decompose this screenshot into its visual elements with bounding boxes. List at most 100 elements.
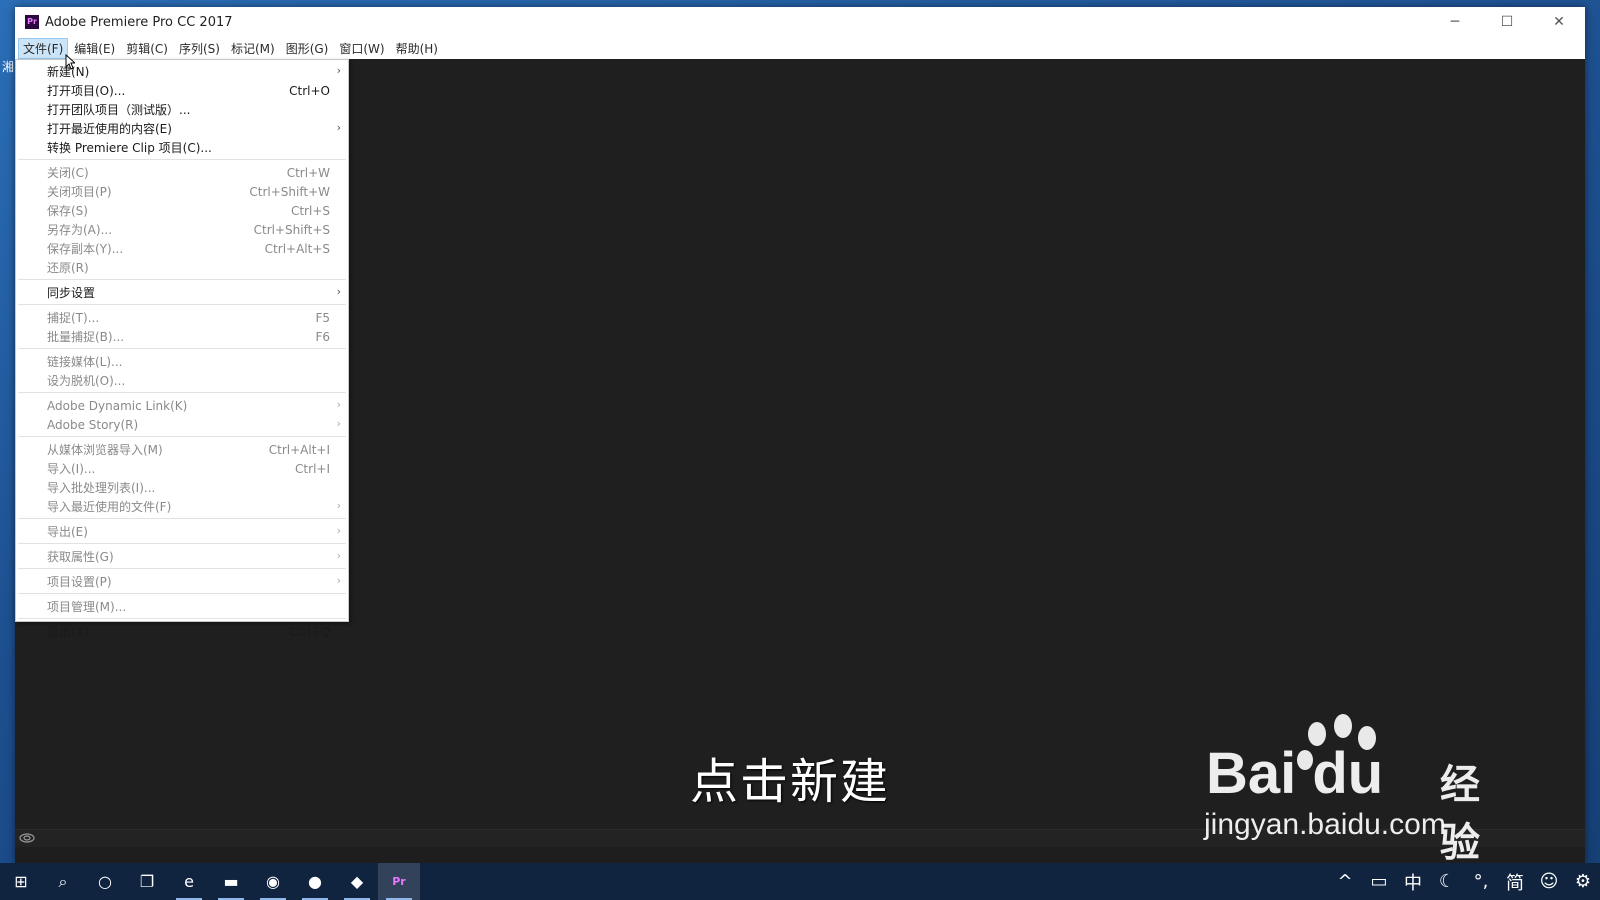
file-menu-item[interactable]: 项目管理(M)... [16,597,348,616]
file-menu-item[interactable]: 退出(X) Ctrl+Q [16,622,348,641]
window-controls: ─ ☐ ✕ [1429,7,1585,37]
file-menu-item[interactable]: 打开项目(O)... Ctrl+O [16,81,348,100]
file-menu-item[interactable]: 保存副本(Y)... Ctrl+Alt+S [16,239,348,258]
menu-item-shortcut: F6 [315,329,330,344]
menu-item-shortcut: Ctrl+I [295,461,330,476]
title-bar[interactable]: Pr Adobe Premiere Pro CC 2017 ─ ☐ ✕ [15,7,1585,37]
emoji-icon[interactable]: ☺ [1532,863,1566,900]
ime-chinese-label[interactable]: 中 [1396,863,1430,900]
file-menu-item[interactable]: 打开团队项目（测试版）... [16,100,348,119]
menu-item-label: 新建(N) [47,65,90,79]
file-menu-item[interactable]: 导入(I)... Ctrl+I [16,459,348,478]
menu-help[interactable]: 帮助(H) [391,38,443,59]
baidu-logo-text: Bai du [1206,741,1384,806]
app-icon[interactable]: ◆ [336,863,378,900]
menu-item-shortcut: Ctrl+S [290,203,330,218]
submenu-arrow-icon: › [336,64,341,77]
windows-taskbar: ⊞ ⌕ ○ ❐ e ▬ ◉ ● ◆ Pr ^ ▭ 中 ☾ °, 简 ☺ ⚙ [0,863,1600,900]
menu-item-label: 导入最近使用的文件(F) [47,500,172,514]
menu-item-shortcut: Ctrl+O [289,83,330,98]
baidu-jingyan-watermark: Bai du 经验 jingyan.baidu.com [1200,712,1500,866]
file-menu-dropdown: 新建(N) › 打开项目(O)... Ctrl+O 打开团队项目（测试版）... 打开最近… [15,59,349,639]
file-menu-item[interactable]: Adobe Dynamic Link(K) › [16,396,348,415]
show-hidden-icons-icon[interactable]: ^ [1328,863,1362,900]
system-tray: ^ ▭ 中 ☾ °, 简 ☺ ⚙ [1328,863,1600,900]
menu-window[interactable]: 窗口(W) [334,38,389,59]
file-menu-item[interactable]: 捕捉(T)... F5 [16,308,348,327]
file-menu-item[interactable]: 转换 Premiere Clip 项目(C)... [16,138,348,157]
maximize-button[interactable]: ☐ [1481,7,1533,37]
simplified-label[interactable]: 简 [1498,863,1532,900]
mouse-cursor-icon [65,54,75,70]
submenu-arrow-icon: › [336,549,341,562]
file-menu-item[interactable]: 还原(R) [16,258,348,277]
cortana-icon[interactable]: ○ [84,863,126,900]
menu-sequence[interactable]: 序列(S) [174,38,225,59]
premiere-taskbar-icon[interactable]: Pr [378,863,420,900]
punctuation-icon[interactable]: °, [1464,863,1498,900]
menu-item-label: 转换 Premiere Clip 项目(C)... [47,141,212,155]
file-menu-item[interactable]: 链接媒体(L)... [16,352,348,371]
submenu-arrow-icon: › [336,121,341,134]
file-menu-item[interactable]: 同步设置 › [16,283,348,302]
menu-item-label: 打开团队项目（测试版）... [47,103,191,117]
menu-item-label: 导入(I)... [47,462,96,476]
file-menu-item[interactable]: 打开最近使用的内容(E) › [16,119,348,138]
menu-bar: 文件(F) 编辑(E) 剪辑(C) 序列(S) 标记(M) 图形(G) 窗口(W) 帮助(H) [15,37,1585,59]
menu-markers[interactable]: 标记(M) [226,38,280,59]
menu-item-label: 批量捕捉(B)... [47,330,125,344]
browser-icon[interactable]: ◉ [252,863,294,900]
file-menu-item[interactable]: 导入最近使用的文件(F) › [16,497,348,516]
task-view-icon[interactable]: ❐ [126,863,168,900]
submenu-arrow-icon: › [336,398,341,411]
search-icon[interactable]: ⌕ [42,863,84,900]
settings-gear-icon[interactable]: ⚙ [1566,863,1600,900]
battery-icon[interactable]: ▭ [1362,863,1396,900]
file-menu-item[interactable]: 获取属性(G) › [16,547,348,566]
submenu-arrow-icon: › [336,499,341,512]
menu-item-label: 导入批处理列表(I)... [47,481,156,495]
menu-item-label: 关闭项目(P) [47,185,112,199]
jingyan-brand-text: 经验 [1440,762,1480,866]
windows-start-icon[interactable]: ⊞ [0,863,42,900]
file-explorer-icon[interactable]: ▬ [210,863,252,900]
menu-item-label: 还原(R) [47,261,89,275]
menu-item-label: 从媒体浏览器导入(M) [47,443,163,457]
moon-icon[interactable]: ☾ [1430,863,1464,900]
file-menu-item[interactable]: 从媒体浏览器导入(M) Ctrl+Alt+I [16,440,348,459]
tutorial-caption: 点击新建 [690,754,891,810]
menu-item-shortcut: Ctrl+Alt+I [268,442,330,457]
file-menu-item[interactable]: 设为脱机(O)... [16,371,348,390]
menu-item-label: 保存(S) [47,204,88,218]
file-menu-item[interactable]: 项目设置(P) › [16,572,348,591]
file-menu-item[interactable]: 另存为(A)... Ctrl+Shift+S [16,220,348,239]
menu-file[interactable]: 文件(F) [18,37,69,59]
menu-item-shortcut: Ctrl+Alt+S [264,241,330,256]
menu-item-shortcut: Ctrl+Shift+W [249,184,330,199]
menu-item-label: 退出(X) [47,625,89,639]
menu-item-shortcut: Ctrl+Q [289,624,330,639]
file-menu-item[interactable]: 批量捕捉(B)... F6 [16,327,348,346]
submenu-arrow-icon: › [336,285,341,298]
status-link-icon[interactable] [19,832,35,844]
close-button[interactable]: ✕ [1533,7,1585,37]
file-menu-item[interactable]: 导入批处理列表(I)... [16,478,348,497]
window-title: Adobe Premiere Pro CC 2017 [45,14,233,30]
menu-item-label: 打开最近使用的内容(E) [47,122,172,136]
file-menu-item[interactable]: Adobe Story(R) › [16,415,348,434]
file-menu-item[interactable]: 关闭项目(P) Ctrl+Shift+W [16,182,348,201]
file-menu-item[interactable]: 保存(S) Ctrl+S [16,201,348,220]
menu-edit[interactable]: 编辑(E) [69,38,120,59]
menu-item-label: 项目设置(P) [47,575,112,589]
file-menu-item[interactable]: 关闭(C) Ctrl+W [16,163,348,182]
menu-item-shortcut: Ctrl+W [286,165,330,180]
minimize-button[interactable]: ─ [1429,7,1481,37]
edge-browser-icon[interactable]: e [168,863,210,900]
menu-graphics[interactable]: 图形(G) [281,38,334,59]
submenu-arrow-icon: › [336,417,341,430]
file-menu-item[interactable]: 导出(E) › [16,522,348,541]
qq-icon[interactable]: ● [294,863,336,900]
watermark-url: jingyan.baidu.com [1204,808,1446,841]
menu-clip[interactable]: 剪辑(C) [121,38,173,59]
menu-item-label: 另存为(A)... [47,223,113,237]
